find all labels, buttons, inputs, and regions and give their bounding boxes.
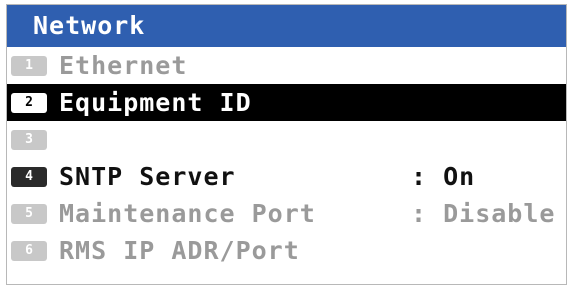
sntp-server-value: : On: [411, 162, 476, 191]
maintenance-port-value: : Disable: [411, 199, 556, 228]
item-number-badge: 6: [11, 241, 47, 261]
menu-item-maintenance-port: 5 Maintenance Port : Disable: [7, 195, 566, 232]
menu-item-label: RMS IP ADR/Port: [59, 236, 300, 265]
item-number-badge: 3: [11, 130, 47, 150]
menu-item-ethernet[interactable]: 1 Ethernet: [7, 47, 566, 84]
menu-item-3: 3: [7, 121, 566, 158]
menu-item-label: SNTP Server: [59, 162, 236, 191]
network-menu-window: Network 1 Ethernet 2 Equipment ID 3 4 SN…: [6, 4, 567, 285]
menu-title: Network: [7, 5, 566, 47]
item-number-badge: 1: [11, 56, 47, 76]
menu-item-label: Maintenance Port: [59, 199, 316, 228]
menu-item-equipment-id[interactable]: 2 Equipment ID: [7, 84, 566, 121]
menu-item-rms-ip-adr-port: 6 RMS IP ADR/Port: [7, 232, 566, 269]
item-number-badge: 2: [11, 93, 47, 113]
item-number-badge: 4: [11, 167, 47, 187]
menu-item-label: Equipment ID: [59, 88, 252, 117]
menu-item-label: Ethernet: [59, 51, 188, 80]
item-number-badge: 5: [11, 204, 47, 224]
menu-item-sntp-server[interactable]: 4 SNTP Server : On: [7, 158, 566, 195]
